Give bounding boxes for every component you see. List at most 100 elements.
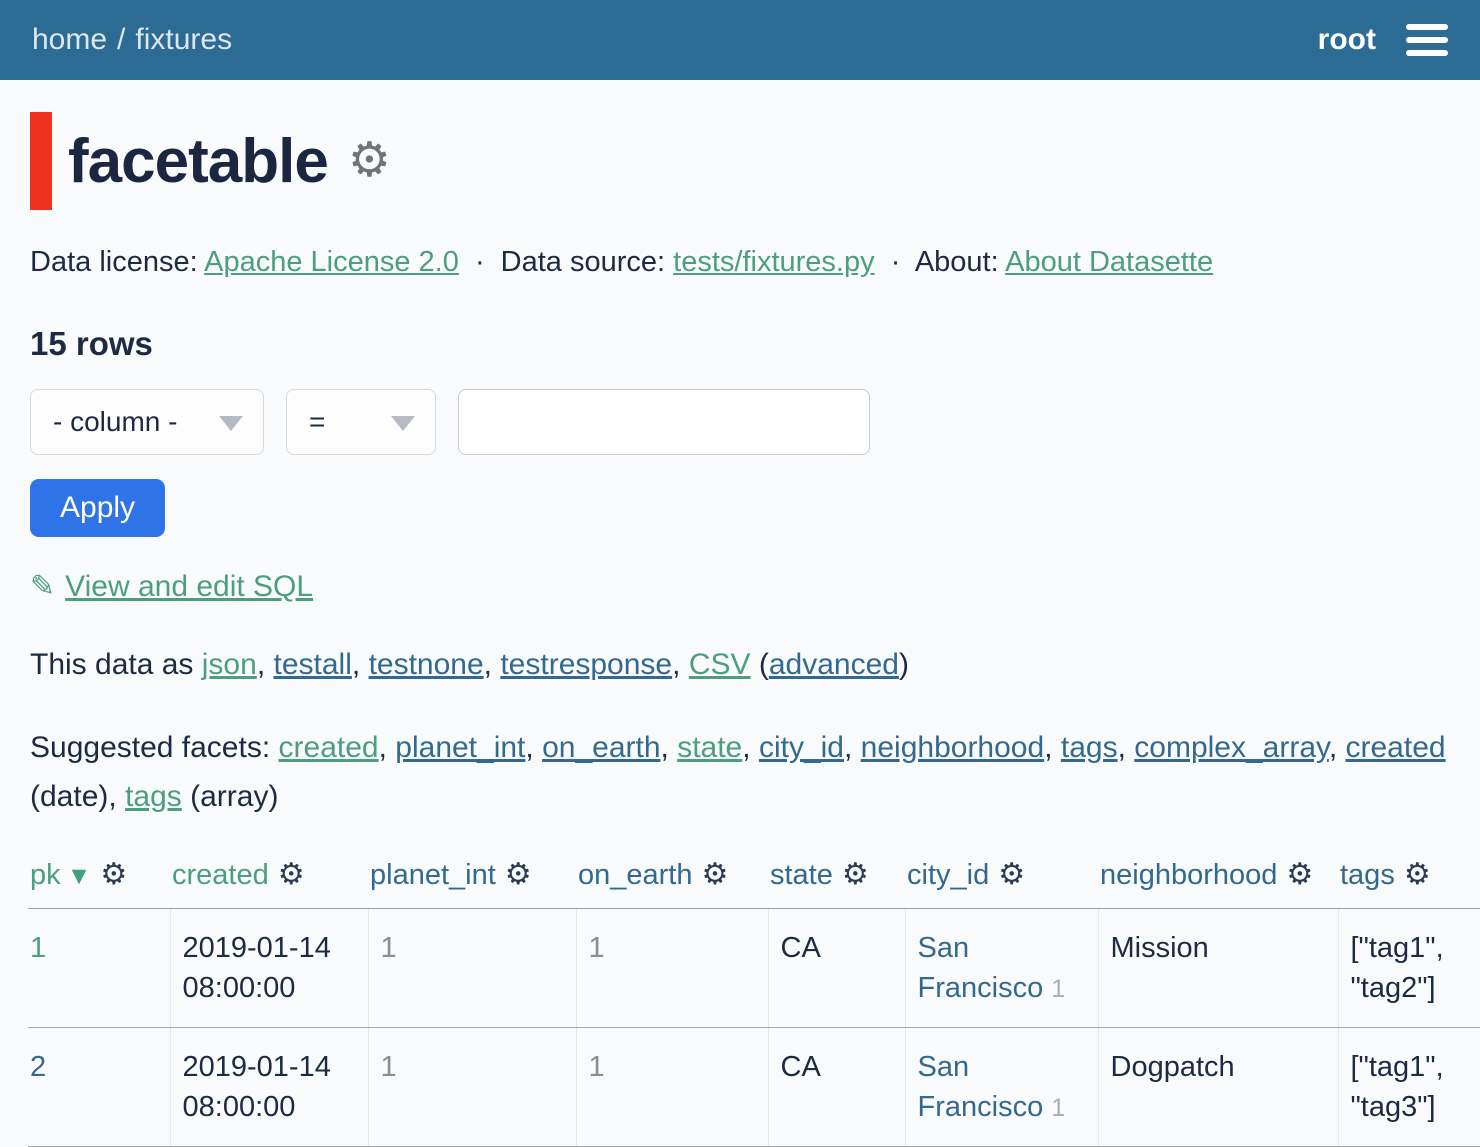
export-link-advanced[interactable]: advanced xyxy=(769,648,899,681)
cell-state: CA xyxy=(768,909,905,1028)
row-count: 15 rows xyxy=(30,325,1450,363)
column-menu-gear-icon[interactable]: ⚙ xyxy=(998,857,1025,892)
column-header-tags: tags ⚙ xyxy=(1338,849,1480,909)
export-prefix: This data as xyxy=(30,648,193,681)
comma: , xyxy=(1329,731,1337,764)
column-menu-gear-icon[interactable]: ⚙ xyxy=(1404,857,1431,892)
filter-operator-select[interactable]: = xyxy=(286,389,436,455)
foreign-key-link[interactable]: San Francisco xyxy=(918,932,1044,1004)
column-menu-gear-icon[interactable]: ⚙ xyxy=(100,857,127,892)
cell-on-earth: 1 xyxy=(576,1028,768,1147)
export-links-row: This data as json, testall, testnone, te… xyxy=(30,648,1450,682)
cell-city-id: San Francisco1 xyxy=(905,909,1098,1028)
row-pk-link[interactable]: 1 xyxy=(30,932,46,964)
results-table: pk▼ ⚙ created ⚙ planet_int ⚙ on_earth ⚙ stat… xyxy=(28,849,1480,1147)
comma: , xyxy=(1044,731,1052,764)
cell-pk: 1 xyxy=(28,909,170,1028)
column-menu-gear-icon[interactable]: ⚙ xyxy=(278,857,305,892)
cell-neighborhood: Dogpatch xyxy=(1098,1028,1338,1147)
column-sort-link-neighborhood[interactable]: neighborhood xyxy=(1100,859,1277,891)
comma: , xyxy=(379,731,387,764)
column-header-state: state ⚙ xyxy=(768,849,905,909)
column-sort-link-city-id[interactable]: city_id xyxy=(907,859,989,891)
comma: , xyxy=(257,648,265,681)
paren-close: ) xyxy=(899,648,909,681)
results-table-wrapper: pk▼ ⚙ created ⚙ planet_int ⚙ on_earth ⚙ stat… xyxy=(28,849,1480,1147)
license-label: Data license: xyxy=(30,246,198,278)
column-header-pk: pk▼ ⚙ xyxy=(28,849,170,909)
cell-planet-int: 1 xyxy=(368,1028,576,1147)
column-menu-gear-icon[interactable]: ⚙ xyxy=(505,857,532,892)
column-header-city-id: city_id ⚙ xyxy=(905,849,1098,909)
license-link[interactable]: Apache License 2.0 xyxy=(204,246,459,278)
table-settings-gear-icon[interactable]: ⚙ xyxy=(348,137,391,185)
comma: , xyxy=(844,731,852,764)
breadcrumb-separator: / xyxy=(117,23,125,56)
hamburger-menu-icon[interactable] xyxy=(1406,13,1448,67)
cell-tags: ["tag1", "tag3"] xyxy=(1338,1028,1480,1147)
pencil-icon: ✎ xyxy=(30,570,55,603)
export-link-testresponse[interactable]: testresponse xyxy=(500,648,672,681)
export-link-testnone[interactable]: testnone xyxy=(369,648,484,681)
facet-link-on-earth[interactable]: on_earth xyxy=(542,731,660,764)
column-sort-link-tags[interactable]: tags xyxy=(1340,859,1395,891)
column-menu-gear-icon[interactable]: ⚙ xyxy=(702,857,729,892)
breadcrumb: home / fixtures xyxy=(32,23,232,57)
filter-value-input[interactable] xyxy=(458,389,870,455)
comma: , xyxy=(484,648,492,681)
sort-desc-icon: ▼ xyxy=(67,862,92,890)
cell-pk: 2 xyxy=(28,1028,170,1147)
sql-link-row: ✎ View and edit SQL xyxy=(30,569,1450,604)
table-header-row: pk▼ ⚙ created ⚙ planet_int ⚙ on_earth ⚙ stat… xyxy=(28,849,1480,909)
cell-state: CA xyxy=(768,1028,905,1147)
column-sort-link-on-earth[interactable]: on_earth xyxy=(578,859,693,891)
about-label: About: xyxy=(915,246,999,278)
facet-suffix-date: (date), xyxy=(30,780,117,813)
facet-link-created[interactable]: created xyxy=(279,731,379,764)
filter-column-select[interactable]: - column - xyxy=(30,389,264,455)
column-menu-gear-icon[interactable]: ⚙ xyxy=(842,857,869,892)
facet-link-planet-int[interactable]: planet_int xyxy=(395,731,525,764)
column-menu-gear-icon[interactable]: ⚙ xyxy=(1286,857,1313,892)
top-nav-bar: home / fixtures root xyxy=(0,0,1480,80)
facet-link-complex-array[interactable]: complex_array xyxy=(1134,731,1329,764)
table-row: 1 2019-01-14 08:00:00 1 1 CA San Francis… xyxy=(28,909,1480,1028)
comma: , xyxy=(352,648,360,681)
comma: , xyxy=(525,731,533,764)
breadcrumb-database-link[interactable]: fixtures xyxy=(135,23,232,56)
column-header-created: created ⚙ xyxy=(170,849,368,909)
apply-button[interactable]: Apply xyxy=(30,479,165,537)
page-title-row: facetable ⚙ xyxy=(30,112,1450,210)
cell-neighborhood: Mission xyxy=(1098,909,1338,1028)
column-sort-link-created[interactable]: created xyxy=(172,859,269,891)
facet-link-created-date[interactable]: created xyxy=(1346,731,1446,764)
export-link-testall[interactable]: testall xyxy=(274,648,352,681)
column-sort-link-pk[interactable]: pk xyxy=(30,859,61,891)
facet-link-state[interactable]: state xyxy=(677,731,742,764)
title-accent-bar xyxy=(30,112,52,210)
about-link[interactable]: About Datasette xyxy=(1005,246,1213,278)
cell-city-id: San Francisco1 xyxy=(905,1028,1098,1147)
view-edit-sql-link[interactable]: View and edit SQL xyxy=(65,570,313,603)
column-sort-link-planet-int[interactable]: planet_int xyxy=(370,859,496,891)
export-link-csv[interactable]: CSV xyxy=(689,648,751,681)
separator-dot: · xyxy=(475,246,485,278)
facet-link-neighborhood[interactable]: neighborhood xyxy=(861,731,1045,764)
facet-link-tags-array[interactable]: tags xyxy=(125,780,182,813)
foreign-key-link[interactable]: San Francisco xyxy=(918,1051,1044,1123)
row-pk-link[interactable]: 2 xyxy=(30,1051,46,1083)
source-link[interactable]: tests/fixtures.py xyxy=(673,246,874,278)
facet-link-tags[interactable]: tags xyxy=(1061,731,1118,764)
facets-prefix: Suggested facets: xyxy=(30,731,270,764)
cell-planet-int: 1 xyxy=(368,909,576,1028)
paren-open: ( xyxy=(759,648,769,681)
facet-link-city-id[interactable]: city_id xyxy=(759,731,844,764)
source-label: Data source: xyxy=(501,246,665,278)
cell-created: 2019-01-14 08:00:00 xyxy=(170,1028,368,1147)
comma: , xyxy=(661,731,669,764)
logged-in-user[interactable]: root xyxy=(1318,23,1376,57)
column-sort-link-state[interactable]: state xyxy=(770,859,833,891)
filter-operator-selected-value: = xyxy=(309,406,325,438)
export-link-json[interactable]: json xyxy=(202,648,257,681)
breadcrumb-home-link[interactable]: home xyxy=(32,23,107,56)
